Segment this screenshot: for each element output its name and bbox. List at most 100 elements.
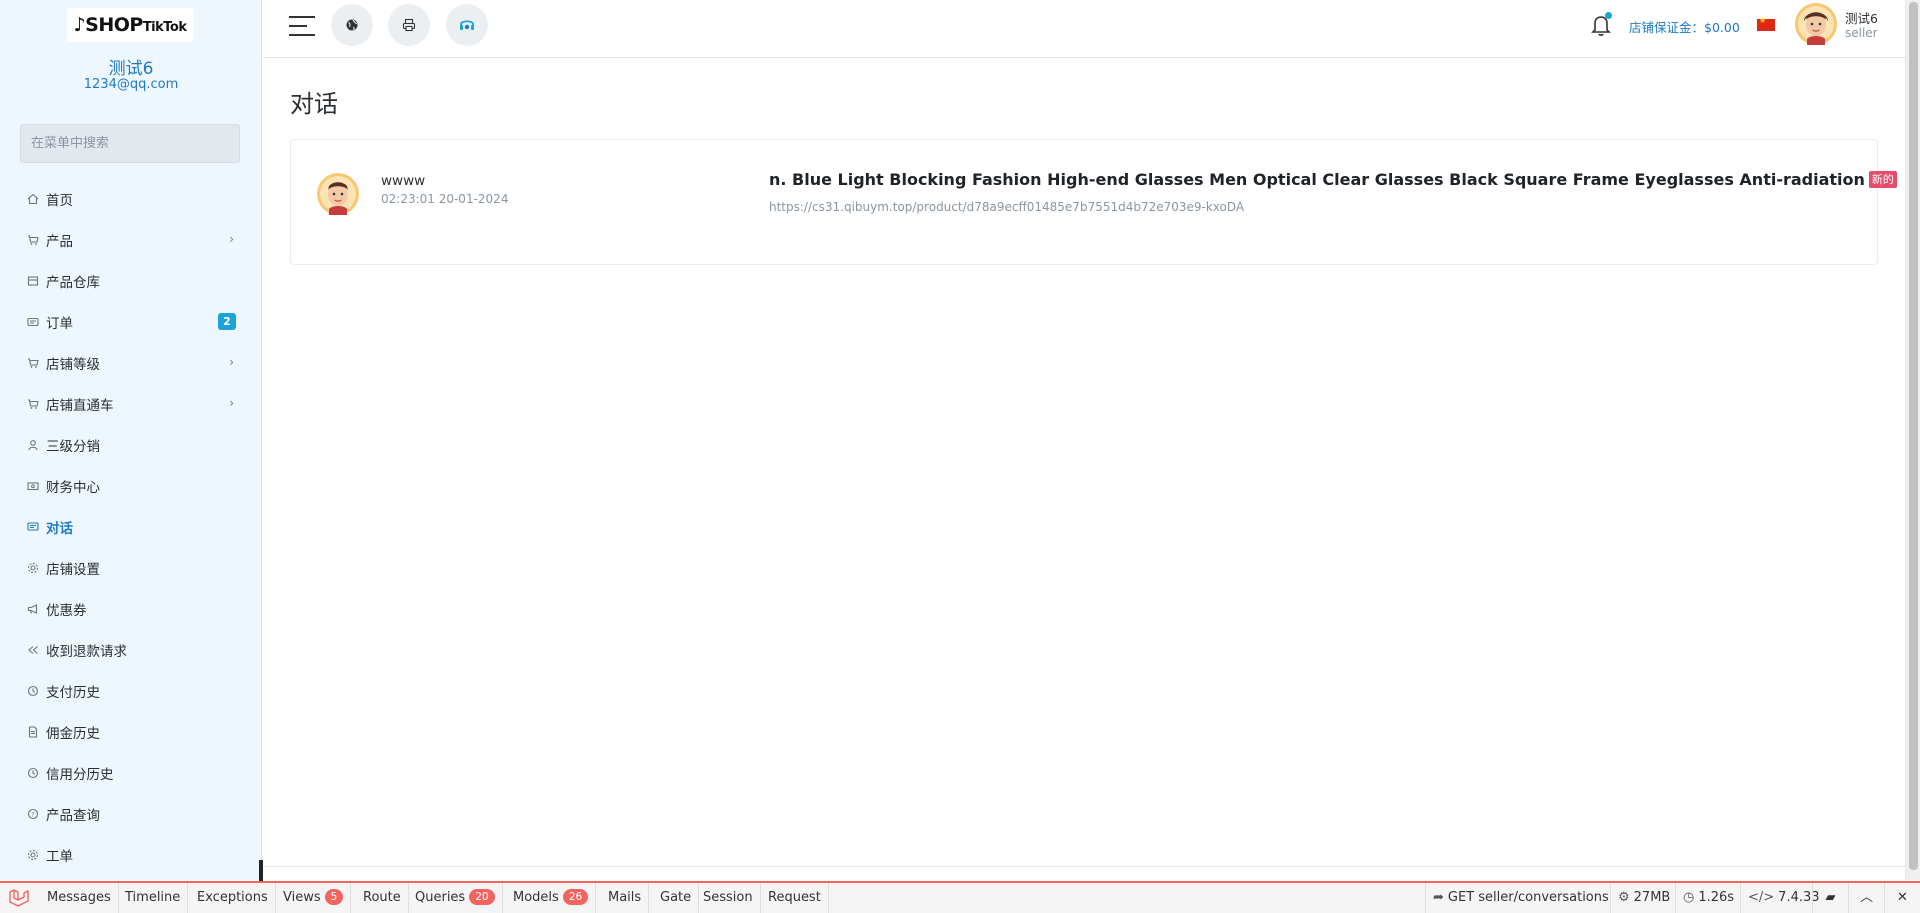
sidebar-item-orders[interactable]: 订单 2 bbox=[0, 301, 262, 342]
user-icon bbox=[26, 438, 40, 452]
sidebar-item-finance[interactable]: 财务中心 bbox=[0, 465, 262, 506]
sidebar-item-tickets[interactable]: 工单 bbox=[0, 834, 262, 875]
debug-tab-models[interactable]: Models 26 bbox=[506, 883, 597, 913]
debug-duration[interactable]: ◷ 1.26s bbox=[1675, 883, 1741, 913]
printer-icon bbox=[402, 18, 416, 32]
sidebar-item-shop-level[interactable]: 店铺等级 › bbox=[0, 342, 262, 383]
sidebar-item-label: 首页 bbox=[46, 192, 73, 209]
sidebar-item-conversations[interactable]: 对话 bbox=[0, 506, 262, 547]
sidebar-item-label: 三级分销 bbox=[46, 438, 100, 455]
product-title-text: n. Blue Light Blocking Fashion High-end … bbox=[769, 170, 1865, 189]
rewind-icon bbox=[26, 643, 40, 657]
gear-icon bbox=[26, 848, 40, 862]
folder-open-icon: ▰ bbox=[1825, 890, 1836, 905]
menu-toggle-icon[interactable] bbox=[289, 15, 315, 37]
sidebar-item-commission-history[interactable]: 佣金历史 bbox=[0, 711, 262, 752]
code-icon: </> bbox=[1748, 890, 1775, 905]
help-icon: ? bbox=[26, 807, 40, 821]
chevron-right-icon: › bbox=[229, 232, 234, 246]
page-scrollbar-thumb[interactable] bbox=[1909, 2, 1918, 870]
order-count-badge: 2 bbox=[218, 313, 236, 330]
china-flag-icon[interactable] bbox=[1757, 16, 1775, 31]
conversation-product-title[interactable]: n. Blue Light Blocking Fashion High-end … bbox=[769, 170, 1897, 189]
debug-tab-session[interactable]: Session bbox=[696, 883, 761, 913]
debug-count-badge: 26 bbox=[562, 889, 589, 905]
sidebar-item-label: 收到退款请求 bbox=[46, 643, 127, 660]
sidebar-item-payment-history[interactable]: 支付历史 bbox=[0, 670, 262, 711]
debug-tab-label: Models bbox=[513, 890, 559, 905]
support-button[interactable] bbox=[446, 4, 488, 46]
sidebar-item-label: 店铺直通车 bbox=[46, 397, 114, 414]
sidebar-item-coupons[interactable]: 优惠券 bbox=[0, 588, 262, 629]
cart-icon bbox=[26, 233, 40, 247]
debug-close-button[interactable]: ✕ bbox=[1884, 883, 1920, 913]
shop-logo[interactable]: ♪SHOPTikTok bbox=[67, 8, 193, 42]
sidebar-item-product-query[interactable]: ? 产品查询 bbox=[0, 793, 262, 834]
debug-tab-label: Exceptions bbox=[197, 890, 268, 905]
shop-deposit-label[interactable]: 店铺保证金：$0.00 bbox=[1629, 17, 1740, 36]
debug-request-info[interactable]: ➦ GET seller/conversations bbox=[1425, 883, 1616, 913]
warehouse-icon bbox=[26, 274, 40, 288]
sidebar-item-label: 对话 bbox=[46, 520, 73, 537]
sidebar-item-distribution[interactable]: 三级分销 bbox=[0, 424, 262, 465]
top-username[interactable]: 测试6 bbox=[1845, 8, 1878, 27]
svg-text:?: ? bbox=[31, 810, 34, 818]
debug-open-button[interactable]: ▰ bbox=[1812, 883, 1848, 913]
page-scrollbar[interactable] bbox=[1905, 0, 1920, 880]
tiktok-logo-icon: ♪ bbox=[73, 14, 86, 36]
sidebar-item-warehouse[interactable]: 产品仓库 bbox=[0, 260, 262, 301]
cart-icon bbox=[26, 397, 40, 411]
debug-tab-request[interactable]: Request bbox=[761, 883, 829, 913]
sidebar-item-label: 产品仓库 bbox=[46, 274, 100, 291]
sidebar-item-products[interactable]: 产品 › bbox=[0, 219, 262, 260]
sidebar-item-shop-promotion[interactable]: 店铺直通车 › bbox=[0, 383, 262, 424]
sidebar-item-home[interactable]: 首页 bbox=[0, 178, 262, 219]
debug-tab-label: Mails bbox=[608, 890, 642, 905]
money-icon bbox=[26, 479, 40, 493]
debug-count-badge: 5 bbox=[324, 889, 344, 905]
debug-tab-label: Views bbox=[283, 890, 321, 905]
conversation-card[interactable]: wwww 02:23:01 20-01-2024 n. Blue Light B… bbox=[290, 139, 1897, 265]
debug-maximize-button[interactable]: ︿ bbox=[1848, 883, 1884, 913]
logo-main-text: SHOP bbox=[85, 14, 143, 36]
debug-tab-mails[interactable]: Mails bbox=[601, 883, 650, 913]
sidebar-item-label: 产品 bbox=[46, 233, 73, 250]
debug-tab-timeline[interactable]: Timeline bbox=[118, 883, 189, 913]
sidebar-item-label: 支付历史 bbox=[46, 684, 100, 701]
gear-icon bbox=[26, 561, 40, 575]
globe-button[interactable] bbox=[331, 4, 373, 46]
sidebar-item-shop-settings[interactable]: 店铺设置 bbox=[0, 547, 262, 588]
debug-count-badge: 20 bbox=[469, 889, 495, 905]
debug-tab-messages[interactable]: Messages bbox=[40, 883, 119, 913]
cart-icon bbox=[26, 356, 40, 370]
sidebar-menu: 首页 产品 › 产品仓库 订单 2 店铺等级 › 店铺直通车 › 三级分销 财务… bbox=[0, 178, 262, 875]
debug-tab-views[interactable]: Views 5 bbox=[276, 883, 352, 913]
headset-icon bbox=[460, 20, 474, 30]
cogs-icon: ⚙ bbox=[1618, 890, 1630, 905]
menu-search-input[interactable] bbox=[20, 124, 240, 163]
avatar[interactable] bbox=[1795, 3, 1837, 45]
debug-tab-label: Request bbox=[768, 890, 821, 905]
sidebar-scrollbar[interactable] bbox=[259, 860, 263, 882]
sidebar-item-label: 信用分历史 bbox=[46, 766, 114, 783]
debug-tab-gate[interactable]: Gate bbox=[653, 883, 700, 913]
top-user-role: seller bbox=[1845, 26, 1878, 40]
debug-tab-label: Messages bbox=[47, 890, 111, 905]
debug-tab-label: Route bbox=[363, 890, 401, 905]
debug-tab-queries[interactable]: Queries 20 bbox=[408, 883, 503, 913]
laravel-logo-icon[interactable] bbox=[8, 889, 30, 907]
chevron-up-icon: ︿ bbox=[1859, 890, 1873, 905]
debug-tab-label: Gate bbox=[660, 890, 692, 905]
sidebar-item-label: 财务中心 bbox=[46, 479, 100, 496]
topbar: 店铺保证金：$0.00 测试6 seller bbox=[263, 0, 1905, 58]
debug-tab-exceptions[interactable]: Exceptions bbox=[190, 883, 276, 913]
home-icon bbox=[26, 192, 40, 206]
print-button[interactable] bbox=[388, 4, 430, 46]
sidebar-item-refund-requests[interactable]: 收到退款请求 bbox=[0, 629, 262, 670]
conversation-timestamp: 02:23:01 20-01-2024 bbox=[381, 192, 509, 206]
close-icon: ✕ bbox=[1897, 890, 1908, 905]
profile-name: 测试6 bbox=[108, 59, 154, 79]
sidebar-item-credit-history[interactable]: 信用分历史 bbox=[0, 752, 262, 793]
conversation-product-url[interactable]: https://cs31.qibuym.top/product/d78a9ecf… bbox=[769, 200, 1244, 214]
debug-tab-route[interactable]: Route bbox=[356, 883, 409, 913]
